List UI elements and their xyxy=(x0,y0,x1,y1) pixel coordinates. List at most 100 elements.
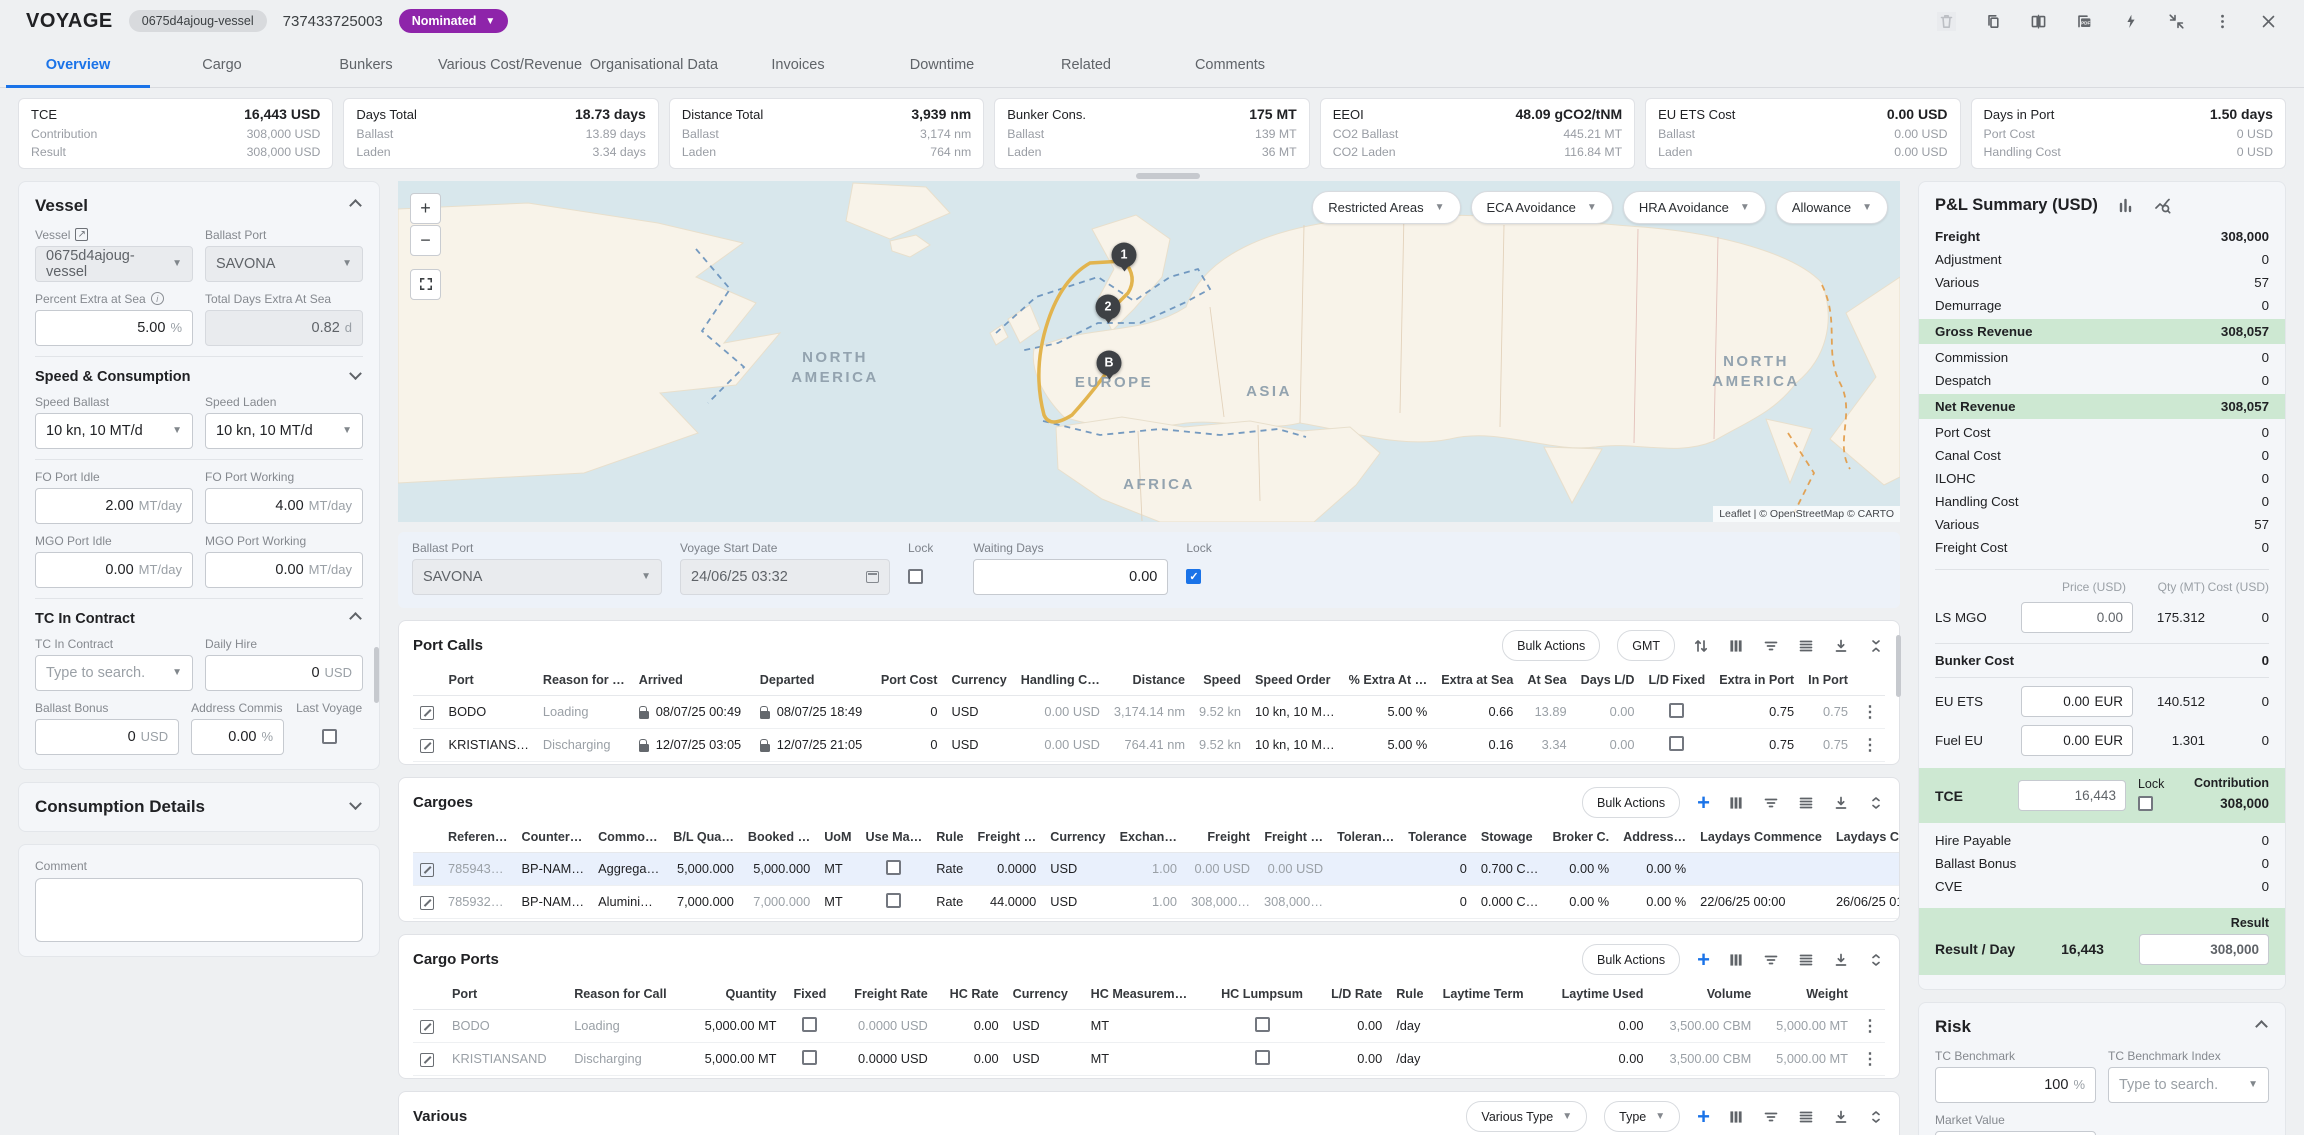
column-header[interactable]: Commo… xyxy=(591,822,666,853)
column-header[interactable] xyxy=(1855,665,1885,696)
column-header[interactable]: B/L Qua… xyxy=(666,822,741,853)
tab-bunkers[interactable]: Bunkers xyxy=(294,42,438,87)
vessel-select[interactable]: 0675d4ajoug-vessel▼ xyxy=(35,246,193,282)
chevron-up-icon[interactable] xyxy=(2255,1021,2268,1034)
column-header[interactable]: Freight … xyxy=(970,822,1043,853)
column-header[interactable]: HC Measurem… xyxy=(1084,979,1208,1010)
ballast-bonus-input[interactable]: 0USD xyxy=(35,719,179,755)
column-header[interactable]: Handling C… xyxy=(1014,665,1107,696)
copy-icon[interactable] xyxy=(1983,12,2002,31)
column-header[interactable]: Rule xyxy=(929,822,970,853)
column-header[interactable]: L/D Fixed xyxy=(1642,665,1713,696)
tab-comments[interactable]: Comments xyxy=(1158,42,1302,87)
column-header[interactable]: Booked … xyxy=(741,822,817,853)
edit-icon[interactable] xyxy=(420,706,434,720)
fo-port-working-input[interactable]: 4.00MT/day xyxy=(205,488,363,524)
chevron-down-icon[interactable] xyxy=(349,798,362,811)
download-icon[interactable] xyxy=(1832,637,1850,655)
various-type-filter[interactable]: Various Type▼ xyxy=(1466,1101,1587,1132)
result-input[interactable]: 308,000 xyxy=(2139,934,2269,965)
columns-icon[interactable] xyxy=(1727,794,1745,812)
waiting-days-lock-checkbox[interactable] xyxy=(1186,569,1201,584)
column-header[interactable] xyxy=(413,665,442,696)
timezone-button[interactable]: GMT xyxy=(1617,630,1675,661)
expand-table-icon[interactable] xyxy=(1867,794,1885,812)
filter-icon[interactable] xyxy=(1762,794,1780,812)
edit-icon[interactable] xyxy=(420,1053,434,1067)
checkbox[interactable] xyxy=(1255,1050,1270,1065)
column-header[interactable]: Currency xyxy=(944,665,1013,696)
tab-overview[interactable]: Overview xyxy=(6,42,150,87)
column-header[interactable]: Laytime Used xyxy=(1543,979,1651,1010)
kebab-icon[interactable] xyxy=(1862,735,1878,755)
add-row-icon[interactable]: + xyxy=(1697,792,1710,814)
column-header[interactable]: HC Rate xyxy=(935,979,1006,1010)
map-marker-ballast[interactable]: B xyxy=(1097,350,1122,375)
fuel-eu-price-input[interactable]: 0.00EUR xyxy=(2021,725,2133,756)
collapse-icon[interactable] xyxy=(2167,12,2186,31)
bulk-actions-button[interactable]: Bulk Actions xyxy=(1502,630,1600,661)
filter-icon[interactable] xyxy=(1762,951,1780,969)
chart-analysis-icon[interactable] xyxy=(2153,196,2172,215)
tc-benchmark-input[interactable]: 100% xyxy=(1935,1067,2096,1103)
add-row-icon[interactable]: + xyxy=(1697,949,1710,971)
download-icon[interactable] xyxy=(1832,1108,1850,1126)
column-header[interactable]: Arrived xyxy=(632,665,753,696)
ballast-port-select[interactable]: SAVONA▼ xyxy=(412,559,662,595)
fo-port-idle-input[interactable]: 2.00MT/day xyxy=(35,488,193,524)
column-header[interactable]: Departed xyxy=(753,665,874,696)
column-header[interactable]: Stowage xyxy=(1474,822,1546,853)
checkbox[interactable] xyxy=(886,893,901,908)
column-header[interactable]: Freight … xyxy=(1257,822,1330,853)
sort-icon[interactable] xyxy=(1692,637,1710,655)
add-row-icon[interactable]: + xyxy=(1697,1106,1710,1128)
vertical-scrollbar-thumb[interactable] xyxy=(1896,635,1901,697)
tce-input[interactable]: 16,443 xyxy=(2018,780,2126,811)
column-header[interactable]: Toleran… xyxy=(1330,822,1401,853)
vertical-scrollbar-thumb[interactable] xyxy=(374,647,379,703)
columns-icon[interactable] xyxy=(1727,1108,1745,1126)
column-header[interactable]: % Extra At … xyxy=(1342,665,1435,696)
column-header[interactable]: Laytime Term xyxy=(1436,979,1543,1010)
filter-icon[interactable] xyxy=(1762,1108,1780,1126)
compare-icon[interactable] xyxy=(2029,12,2048,31)
columns-icon[interactable] xyxy=(1727,637,1745,655)
delete-icon[interactable] xyxy=(1937,12,1956,31)
chevron-down-icon[interactable] xyxy=(349,368,362,381)
tce-lock-checkbox[interactable] xyxy=(2138,796,2153,811)
bar-chart-icon[interactable] xyxy=(2116,196,2135,215)
kebab-icon[interactable] xyxy=(1862,702,1878,722)
close-icon[interactable] xyxy=(2259,12,2278,31)
speed-laden-select[interactable]: 10 kn, 10 MT/d▼ xyxy=(205,413,363,449)
column-header[interactable]: Freight xyxy=(1184,822,1257,853)
route-map[interactable]: NORTH AMERICA EUROPE ASIA AFRICA NORTH A… xyxy=(398,181,1900,522)
table-row[interactable]: 785943…BP-NAM…Aggrega…5,000.0005,000.000… xyxy=(413,852,1900,885)
column-header[interactable] xyxy=(413,979,445,1010)
column-header[interactable]: Freight Rate xyxy=(836,979,934,1010)
tab-downtime[interactable]: Downtime xyxy=(870,42,1014,87)
quick-actions-icon[interactable] xyxy=(2121,12,2140,31)
checkbox[interactable] xyxy=(886,860,901,875)
chevron-up-icon[interactable] xyxy=(349,613,362,626)
lock-icon[interactable] xyxy=(639,744,649,752)
checkbox[interactable] xyxy=(802,1017,817,1032)
row-density-icon[interactable] xyxy=(1797,951,1815,969)
column-header[interactable]: Address… xyxy=(1616,822,1693,853)
kebab-icon[interactable] xyxy=(1862,1049,1878,1069)
row-density-icon[interactable] xyxy=(1797,794,1815,812)
columns-icon[interactable] xyxy=(1727,951,1745,969)
download-icon[interactable] xyxy=(1832,794,1850,812)
download-icon[interactable] xyxy=(1832,951,1850,969)
calendar-icon[interactable] xyxy=(866,571,879,583)
edit-icon[interactable] xyxy=(420,863,434,877)
column-header[interactable]: HC Lumpsum xyxy=(1208,979,1316,1010)
table-row[interactable]: BODOLoading08/07/25 00:4908/07/25 18:490… xyxy=(413,695,1885,728)
lock-icon[interactable] xyxy=(760,744,770,752)
bulk-actions-button[interactable]: Bulk Actions xyxy=(1582,787,1680,818)
lock-icon[interactable] xyxy=(639,711,649,719)
column-header[interactable]: Speed Order xyxy=(1248,665,1342,696)
type-filter[interactable]: Type▼ xyxy=(1604,1101,1680,1132)
start-date-lock-checkbox[interactable] xyxy=(908,569,923,584)
column-header[interactable]: Extra in Port xyxy=(1712,665,1801,696)
tab-organisational-data[interactable]: Organisational Data xyxy=(582,42,726,87)
